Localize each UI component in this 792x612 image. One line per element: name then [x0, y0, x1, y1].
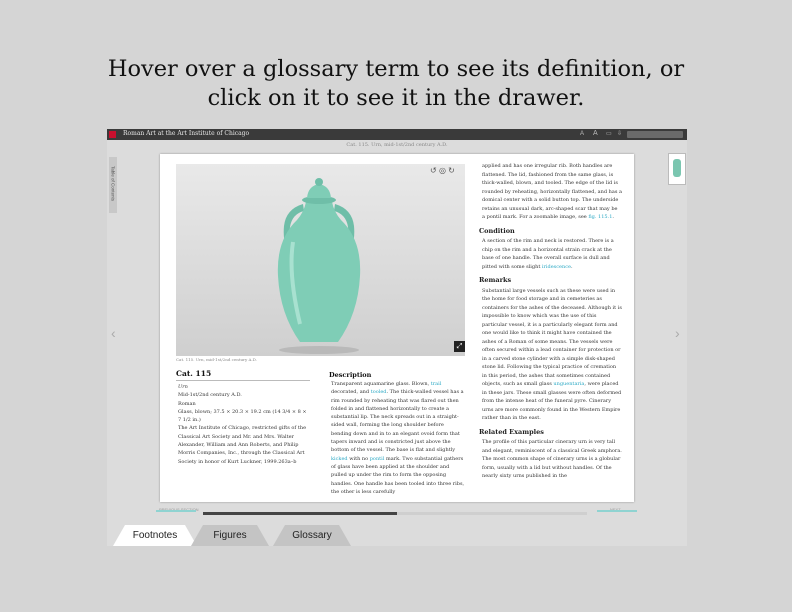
tab-figures[interactable]: Figures	[191, 525, 269, 546]
download-icon[interactable]: ⇩	[617, 131, 623, 137]
urn-illustration	[277, 178, 361, 354]
glossary-term-kicked[interactable]: kicked	[331, 456, 348, 462]
reading-progress-fill	[203, 512, 397, 515]
image-caption: Cat. 115. Urn, mid-1st/2nd century A.D.	[176, 357, 257, 362]
urn-image[interactable]	[176, 164, 465, 356]
description-text: Transparent aquamarine glass. Blown, tra…	[331, 380, 466, 496]
page-subtitle: Cat. 115. Urn, mid-1st/2nd century A.D.	[346, 142, 448, 148]
museum-logo[interactable]	[109, 131, 116, 138]
previous-section-marker	[156, 510, 196, 512]
condition-text: A section of the rim and neck is restore…	[482, 237, 622, 271]
search-input[interactable]	[627, 131, 683, 138]
condition-heading: Condition	[479, 226, 515, 235]
next-section-marker	[597, 510, 637, 512]
fullscreen-expand-icon[interactable]: ⤢	[454, 341, 465, 352]
next-page-arrow-icon[interactable]: ›	[675, 325, 680, 341]
print-icon[interactable]: ▭	[606, 131, 612, 137]
thumbnail-urn	[673, 159, 681, 177]
description-text-2: decorated, and	[331, 389, 371, 396]
tab-glossary-label: Glossary	[292, 530, 332, 541]
glossary-term-tooled[interactable]: tooled	[371, 389, 387, 395]
object-credit: The Art Institute of Chicago, restricted…	[178, 425, 307, 465]
remarks-text-1: Substantial large vessels such as these …	[482, 287, 622, 388]
glossary-term-trail[interactable]: trail	[431, 381, 442, 387]
tab-glossary[interactable]: Glossary	[273, 525, 351, 546]
description-heading: Description	[329, 371, 372, 379]
glossary-term-pontil[interactable]: pontil	[370, 456, 385, 462]
reader-window: Roman Art at the Art Institute of Chicag…	[107, 129, 687, 546]
description-end: .	[612, 214, 614, 220]
catalog-details: Urn Mid-1st/2nd century A.D. Roman Glass…	[178, 383, 308, 466]
tab-figures-label: Figures	[213, 530, 247, 541]
description-text-1: Transparent aquamarine glass. Blown,	[331, 381, 431, 387]
description-continued: applied and has one irregular rib. Both …	[482, 162, 622, 222]
reading-progress-bar[interactable]	[203, 512, 587, 515]
glossary-term-unguentaria[interactable]: unguentaria	[553, 381, 584, 387]
related-examples-heading: Related Examples	[479, 427, 544, 436]
object-culture: Roman	[178, 400, 196, 407]
content-page: ↺ ◎ ↻ ⤢ Cat. 115. Urn, mid-1st/2nd centu…	[160, 154, 634, 502]
toc-label: Table of Contents	[110, 165, 116, 202]
app-title[interactable]: Roman Art at the Art Institute of Chicag…	[123, 130, 249, 137]
glossary-term-iridescence[interactable]: iridescence	[542, 264, 571, 270]
description-text-3: . The thick-walled vessel has a rim roun…	[331, 389, 464, 454]
related-examples-text: The profile of this particular cinerary …	[482, 439, 622, 479]
figure-link[interactable]: fig. 115.1	[588, 214, 612, 220]
rotate-right-icon[interactable]: ↻	[448, 166, 455, 175]
remarks-text: Substantial large vessels such as these …	[482, 287, 622, 423]
object-title: Urn	[178, 384, 188, 390]
object-date: Mid-1st/2nd century A.D.	[178, 392, 242, 399]
remarks-heading: Remarks	[479, 276, 512, 284]
page-thumbnail[interactable]	[668, 153, 686, 185]
360-view-icon[interactable]: ◎	[439, 166, 446, 175]
description-text-4: with no	[347, 455, 370, 462]
catalog-divider	[176, 380, 310, 381]
object-medium: Glass, blown; 37.5 × 20.3 × 19.2 cm (14 …	[178, 408, 307, 424]
condition-end: .	[570, 263, 573, 270]
tab-footnotes[interactable]: Footnotes	[113, 525, 197, 546]
right-column: applied and has one irregular rib. Both …	[479, 162, 622, 484]
rotate-left-icon[interactable]: ↺	[430, 166, 437, 175]
top-bar: Roman Art at the Art Institute of Chicag…	[107, 129, 687, 140]
image-controls: ↺ ◎ ↻	[430, 166, 455, 175]
catalog-heading: Cat. 115	[176, 369, 212, 378]
text-smaller-icon[interactable]: A	[580, 131, 586, 137]
description-cont-text: applied and has one irregular rib. Both …	[482, 163, 622, 220]
text-larger-icon[interactable]: A	[593, 130, 599, 137]
remarks-text-2: , were placed in these jars. These small…	[482, 381, 622, 421]
instruction-text: Hover over a glossary term to see its de…	[107, 56, 685, 111]
tab-footnotes-label: Footnotes	[132, 530, 178, 541]
table-of-contents-tab[interactable]: Table of Contents	[109, 157, 117, 213]
previous-page-arrow-icon[interactable]: ‹	[111, 325, 116, 341]
